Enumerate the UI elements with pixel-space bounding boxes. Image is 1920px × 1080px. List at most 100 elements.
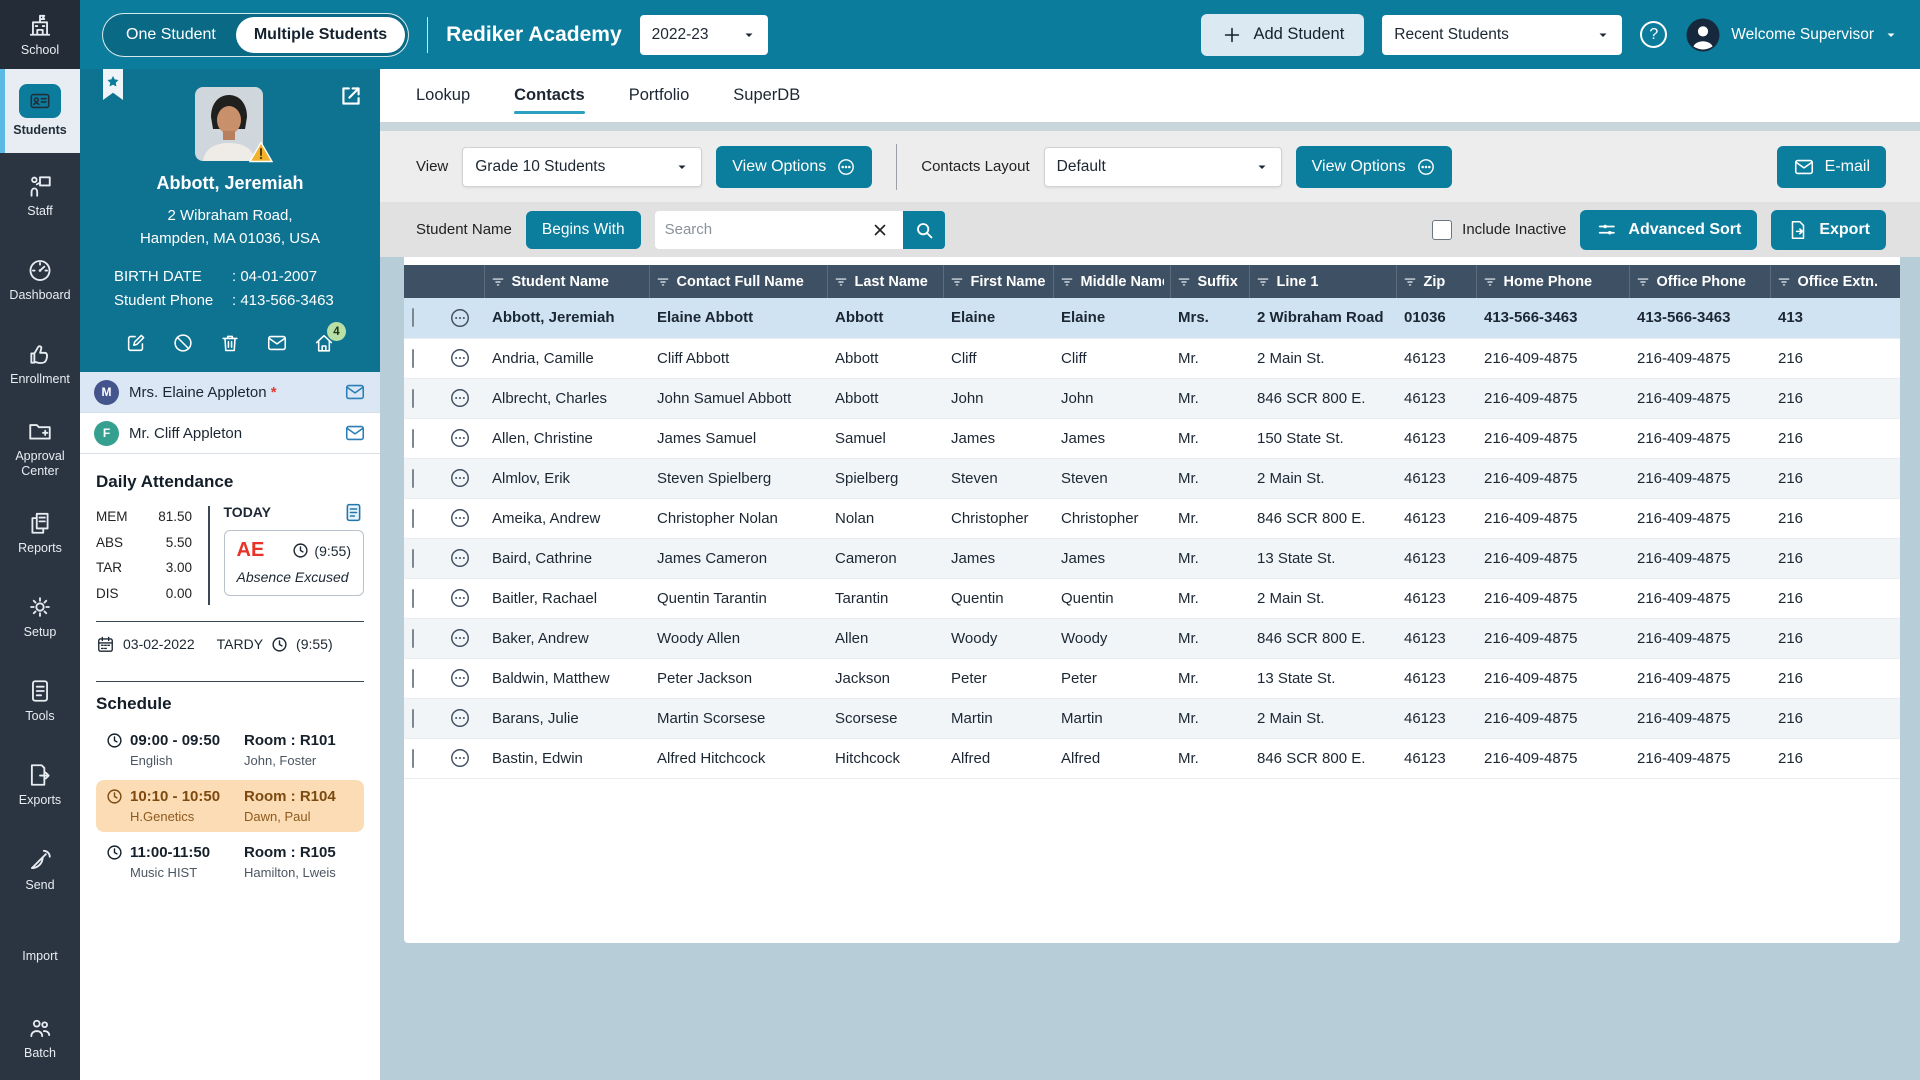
edit-icon[interactable] bbox=[125, 332, 147, 354]
sidebar-item-setup[interactable]: Setup bbox=[0, 575, 80, 659]
warning-icon[interactable] bbox=[249, 141, 273, 163]
row-more-icon[interactable] bbox=[449, 507, 476, 529]
filter-icon[interactable] bbox=[1403, 275, 1417, 289]
column-header[interactable]: Home Phone bbox=[1476, 265, 1629, 298]
search-input[interactable] bbox=[665, 221, 867, 238]
filter-icon[interactable] bbox=[1777, 275, 1791, 289]
filter-icon[interactable] bbox=[1483, 275, 1497, 289]
clear-search-icon[interactable] bbox=[867, 221, 893, 239]
table-row[interactable]: Baitler, RachaelQuentin TarantinTarantin… bbox=[404, 578, 1900, 618]
schedule-item[interactable]: 11:00-11:50Room : R105Music HISTHamilton… bbox=[96, 836, 364, 888]
filter-icon[interactable] bbox=[834, 275, 848, 289]
sidebar-item-staff[interactable]: Staff bbox=[0, 153, 80, 237]
column-header[interactable]: Suffix bbox=[1170, 265, 1249, 298]
select-all-header[interactable] bbox=[404, 265, 441, 298]
filter-icon[interactable] bbox=[656, 275, 670, 289]
add-student-button[interactable]: Add Student bbox=[1201, 14, 1364, 56]
row-more-icon[interactable] bbox=[449, 347, 476, 369]
row-more-icon[interactable] bbox=[449, 427, 476, 449]
view-select[interactable]: Grade 10 Students bbox=[462, 147, 702, 187]
toggle-multiple-students[interactable]: Multiple Students bbox=[236, 17, 405, 53]
user-menu[interactable]: Welcome Supervisor bbox=[1685, 17, 1898, 53]
row-more-icon[interactable] bbox=[449, 747, 476, 769]
layout-view-options-button[interactable]: View Options bbox=[1296, 146, 1452, 188]
column-header[interactable]: Contact Full Name bbox=[649, 265, 827, 298]
row-checkbox[interactable] bbox=[412, 749, 414, 768]
include-inactive-checkbox[interactable] bbox=[1432, 220, 1452, 240]
contact-email-icon[interactable] bbox=[344, 422, 366, 444]
filter-icon[interactable] bbox=[1060, 275, 1074, 289]
sidebar-item-school[interactable]: School bbox=[0, 0, 80, 69]
row-checkbox[interactable] bbox=[412, 549, 414, 568]
help-icon[interactable]: ? bbox=[1640, 21, 1667, 48]
sidebar-item-approval[interactable]: Approval Center bbox=[0, 406, 80, 490]
email-icon[interactable] bbox=[266, 332, 288, 354]
schedule-item[interactable]: 09:00 - 09:50Room : R101EnglishJohn, Fos… bbox=[96, 724, 364, 776]
tab-superdb[interactable]: SuperDB bbox=[733, 69, 800, 122]
table-row[interactable]: Albrecht, CharlesJohn Samuel AbbottAbbot… bbox=[404, 378, 1900, 418]
row-checkbox[interactable] bbox=[412, 709, 414, 728]
row-checkbox[interactable] bbox=[412, 308, 414, 327]
table-row[interactable]: Bastin, EdwinAlfred HitchcockHitchcockAl… bbox=[404, 738, 1900, 778]
advanced-sort-button[interactable]: Advanced Sort bbox=[1580, 210, 1757, 250]
sidebar-item-students[interactable]: Students bbox=[0, 69, 80, 153]
bookmark-star-icon[interactable] bbox=[102, 69, 124, 102]
row-more-icon[interactable] bbox=[449, 467, 476, 489]
row-more-icon[interactable] bbox=[449, 627, 476, 649]
sidebar-item-tools[interactable]: Tools bbox=[0, 659, 80, 743]
column-header[interactable]: Office Phone bbox=[1629, 265, 1770, 298]
table-row[interactable]: Andria, CamilleCliff AbbottAbbottCliffCl… bbox=[404, 338, 1900, 378]
row-more-icon[interactable] bbox=[449, 387, 476, 409]
table-row[interactable]: Allen, ChristineJames SamuelSamuelJamesJ… bbox=[404, 418, 1900, 458]
sidebar-item-exports[interactable]: Exports bbox=[0, 743, 80, 827]
row-checkbox[interactable] bbox=[412, 509, 414, 528]
contact-email-icon[interactable] bbox=[344, 381, 366, 403]
email-button[interactable]: E-mail bbox=[1777, 146, 1886, 188]
table-row[interactable]: Almlov, ErikSteven SpielbergSpielbergSte… bbox=[404, 458, 1900, 498]
recent-students-select[interactable]: Recent Students bbox=[1382, 15, 1622, 55]
column-header[interactable]: Office Extn. bbox=[1770, 265, 1900, 298]
filter-icon[interactable] bbox=[1636, 275, 1650, 289]
row-more-icon[interactable] bbox=[449, 307, 476, 329]
row-checkbox[interactable] bbox=[412, 349, 414, 368]
open-external-icon[interactable] bbox=[338, 83, 364, 109]
sidebar-item-enrollment[interactable]: Enrollment bbox=[0, 322, 80, 406]
sidebar-item-reports[interactable]: Reports bbox=[0, 490, 80, 574]
column-header[interactable]: Zip bbox=[1396, 265, 1476, 298]
schedule-item[interactable]: 10:10 - 10:50Room : R104H.GeneticsDawn, … bbox=[96, 780, 364, 832]
toggle-one-student[interactable]: One Student bbox=[106, 26, 236, 44]
row-checkbox[interactable] bbox=[412, 669, 414, 688]
tab-portfolio[interactable]: Portfolio bbox=[629, 69, 690, 122]
filter-icon[interactable] bbox=[950, 275, 964, 289]
view-options-button[interactable]: View Options bbox=[716, 146, 872, 188]
column-header[interactable]: Student Name bbox=[484, 265, 649, 298]
filter-icon[interactable] bbox=[1177, 275, 1191, 289]
sidebar-item-send[interactable]: Send bbox=[0, 827, 80, 911]
row-more-icon[interactable] bbox=[449, 667, 476, 689]
row-more-icon[interactable] bbox=[449, 587, 476, 609]
attendance-note-icon[interactable] bbox=[343, 502, 364, 523]
contacts-layout-select[interactable]: Default bbox=[1044, 147, 1282, 187]
column-header[interactable]: First Name bbox=[943, 265, 1053, 298]
tab-lookup[interactable]: Lookup bbox=[416, 69, 470, 122]
tab-contacts[interactable]: Contacts bbox=[514, 69, 585, 122]
block-icon[interactable] bbox=[172, 332, 194, 354]
column-header[interactable]: Last Name bbox=[827, 265, 943, 298]
today-attendance-card[interactable]: AE (9:55) Absence Excused bbox=[224, 530, 365, 596]
table-row[interactable]: Baldwin, MatthewPeter JacksonJacksonPete… bbox=[404, 658, 1900, 698]
filter-icon[interactable] bbox=[491, 275, 505, 289]
row-more-icon[interactable] bbox=[449, 707, 476, 729]
row-checkbox[interactable] bbox=[412, 389, 414, 408]
row-checkbox[interactable] bbox=[412, 589, 414, 608]
contact-row[interactable]: FMr. Cliff Appleton bbox=[80, 413, 380, 454]
sidebar-item-batch[interactable]: Batch bbox=[0, 996, 80, 1080]
student-mode-toggle[interactable]: One Student Multiple Students bbox=[102, 13, 409, 57]
contact-row[interactable]: MMrs. Elaine Appleton * bbox=[80, 372, 380, 413]
column-header[interactable]: Line 1 bbox=[1249, 265, 1396, 298]
row-checkbox[interactable] bbox=[412, 429, 414, 448]
row-checkbox[interactable] bbox=[412, 469, 414, 488]
column-header[interactable]: Middle Name bbox=[1053, 265, 1170, 298]
attendance-history-row[interactable]: 03-02-2022 TARDY (9:55) bbox=[96, 622, 364, 667]
delete-icon[interactable] bbox=[219, 332, 241, 354]
table-row[interactable]: Barans, JulieMartin ScorseseScorseseMart… bbox=[404, 698, 1900, 738]
